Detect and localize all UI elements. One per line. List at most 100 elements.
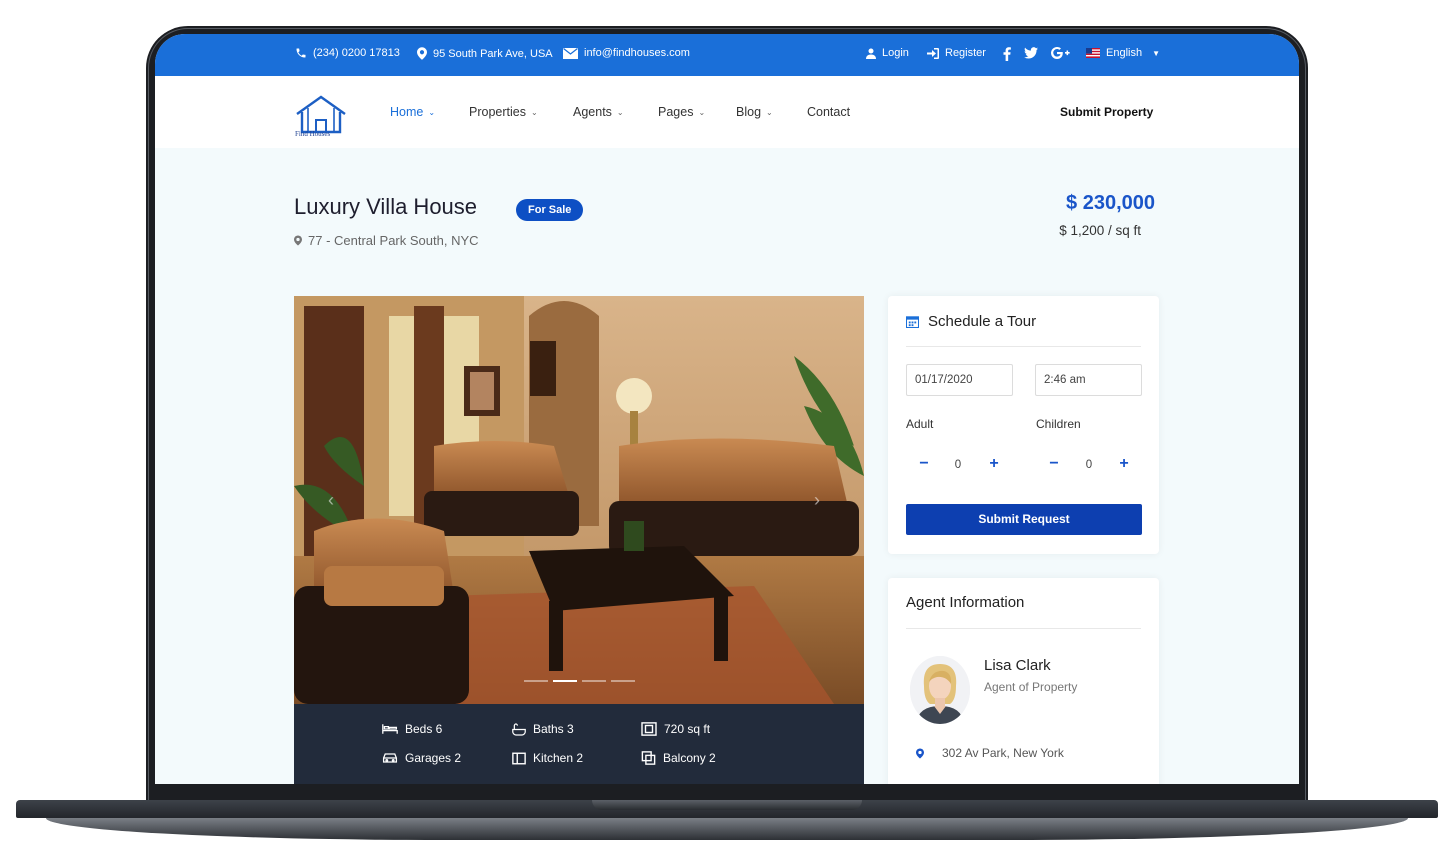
nav-contact-label: Contact [807, 105, 851, 119]
nav-properties[interactable]: Properties ⌄ [469, 105, 538, 119]
nav-home-label: Home [390, 105, 424, 119]
submit-property-link[interactable]: Submit Property [1060, 105, 1153, 119]
nav-contact[interactable]: Contact [807, 105, 850, 119]
listing-title: Luxury Villa House [294, 194, 478, 219]
map-marker-icon [294, 235, 302, 246]
bed-icon [382, 724, 398, 734]
agent-address: 302 Av Park, New York [916, 746, 1064, 760]
facebook-link[interactable] [1003, 47, 1011, 61]
divider [906, 346, 1141, 347]
children-plus-icon[interactable]: + [1117, 456, 1131, 472]
sign-in-icon [927, 47, 939, 59]
map-marker-icon [916, 748, 924, 758]
schedule-tour-heading: Schedule a Tour [906, 313, 1036, 330]
agent-name[interactable]: Lisa Clark [984, 657, 1051, 674]
feature-balcony-label: Balcony 2 [663, 751, 716, 765]
carousel-dot[interactable] [524, 680, 548, 682]
nav-agents-label: Agents [573, 105, 612, 119]
language-selector[interactable]: English ▼ [1086, 47, 1160, 59]
carousel-prev-icon[interactable]: ‹ [328, 490, 334, 511]
agent-address-text: 302 Av Park, New York [942, 746, 1064, 760]
laptop-notch [592, 800, 862, 810]
office-address: 95 South Park Ave, USA [433, 47, 553, 60]
feature-kitchen-label: Kitchen 2 [533, 751, 584, 765]
nav-agents[interactable]: Agents ⌄ [573, 105, 624, 119]
area-icon [641, 722, 657, 736]
children-minus-icon[interactable]: − [1047, 456, 1061, 472]
living-room-photo [294, 296, 864, 704]
feature-garages: Garages 2 [382, 751, 461, 765]
chevron-down-icon: ⌄ [530, 107, 538, 117]
submit-request-button[interactable]: Submit Request [906, 504, 1142, 535]
chevron-down-icon: ⌄ [616, 107, 624, 117]
price-per-sqft: $ 1,200 / sq ft [1059, 223, 1141, 238]
twitter-icon [1024, 47, 1038, 59]
tour-date-input[interactable]: 01/17/2020 [906, 364, 1013, 396]
facebook-icon [1003, 47, 1011, 61]
twitter-link[interactable] [1024, 47, 1038, 59]
agent-photo [910, 656, 970, 724]
nav-home[interactable]: Home ⌄ [390, 105, 435, 119]
listing-address: 77 - Central Park South, NYC [294, 233, 479, 248]
nav-blog-label: Blog [736, 105, 762, 119]
google-plus-icon [1051, 47, 1070, 59]
top-bar: (234) 0200 17813 95 South Park Ave, USA … [155, 34, 1299, 76]
nav-properties-label: Properties [469, 105, 526, 119]
car-icon [382, 753, 398, 763]
feature-beds-label: Beds 6 [405, 722, 443, 736]
logo-text: Find Houses [295, 130, 331, 138]
nav-pages-label: Pages [658, 105, 694, 119]
status-badge: For Sale [516, 199, 584, 221]
adult-plus-icon[interactable]: + [987, 456, 1001, 472]
laptop-base [16, 800, 1438, 840]
adult-minus-icon[interactable]: − [917, 456, 931, 472]
laptop-base-bottom [46, 818, 1408, 840]
feature-balcony: Balcony 2 [641, 751, 716, 765]
feature-baths: Baths 3 [512, 722, 574, 736]
feature-baths-label: Baths 3 [533, 722, 574, 736]
main-header: Find Houses Home ⌄ Properties ⌄ Agents ⌄ Pa… [155, 76, 1299, 148]
google-plus-link[interactable] [1051, 47, 1070, 59]
register-label: Register [945, 47, 986, 59]
divider [906, 628, 1141, 629]
listing-address-text: 77 - Central Park South, NYC [308, 233, 479, 248]
kitchen-icon [512, 752, 526, 764]
email-address: info@findhouses.com [584, 47, 690, 59]
feature-kitchen: Kitchen 2 [512, 751, 583, 765]
register-link[interactable]: Register [927, 47, 986, 59]
adult-label: Adult [906, 417, 934, 431]
phone-number: (234) 0200 17813 [313, 47, 400, 59]
children-count: 0 [1085, 459, 1093, 471]
property-photo-carousel[interactable]: ‹ › [294, 296, 864, 704]
map-marker-icon [417, 47, 427, 60]
bath-icon [512, 722, 526, 736]
carousel-dot[interactable] [611, 680, 635, 682]
login-link[interactable]: Login [866, 47, 909, 59]
balcony-icon [641, 751, 656, 765]
listing-price: $ 230,000 [1066, 192, 1155, 214]
schedule-tour-card: Schedule a Tour 01/17/2020 2:46 am Adult… [888, 296, 1159, 554]
us-flag-icon [1086, 48, 1100, 58]
avatar[interactable] [910, 656, 970, 724]
nav-blog[interactable]: Blog ⌄ [736, 105, 773, 119]
schedule-tour-title: Schedule a Tour [928, 313, 1037, 330]
agent-info-heading: Agent Information [906, 594, 1025, 611]
carousel-dot[interactable] [582, 680, 606, 682]
carousel-dot-active[interactable] [553, 680, 577, 682]
feature-area: 720 sq ft [641, 722, 710, 736]
tour-time-input[interactable]: 2:46 am [1035, 364, 1142, 396]
adult-count: 0 [954, 459, 962, 471]
property-features: Beds 6 Baths 3 720 sq ft Garages 2 Kitch… [294, 704, 864, 784]
address-contact: 95 South Park Ave, USA [417, 47, 553, 60]
phone-contact[interactable]: (234) 0200 17813 [295, 47, 400, 59]
carousel-indicators [524, 680, 635, 682]
agent-role: Agent of Property [984, 680, 1078, 694]
nav-pages[interactable]: Pages ⌄ [658, 105, 705, 119]
phone-icon [296, 48, 306, 58]
user-icon [866, 48, 876, 59]
carousel-next-icon[interactable]: › [814, 490, 820, 511]
feature-beds: Beds 6 [382, 722, 442, 736]
language-label: English [1106, 47, 1143, 59]
envelope-icon [563, 47, 578, 59]
email-contact[interactable]: info@findhouses.com [563, 47, 690, 59]
